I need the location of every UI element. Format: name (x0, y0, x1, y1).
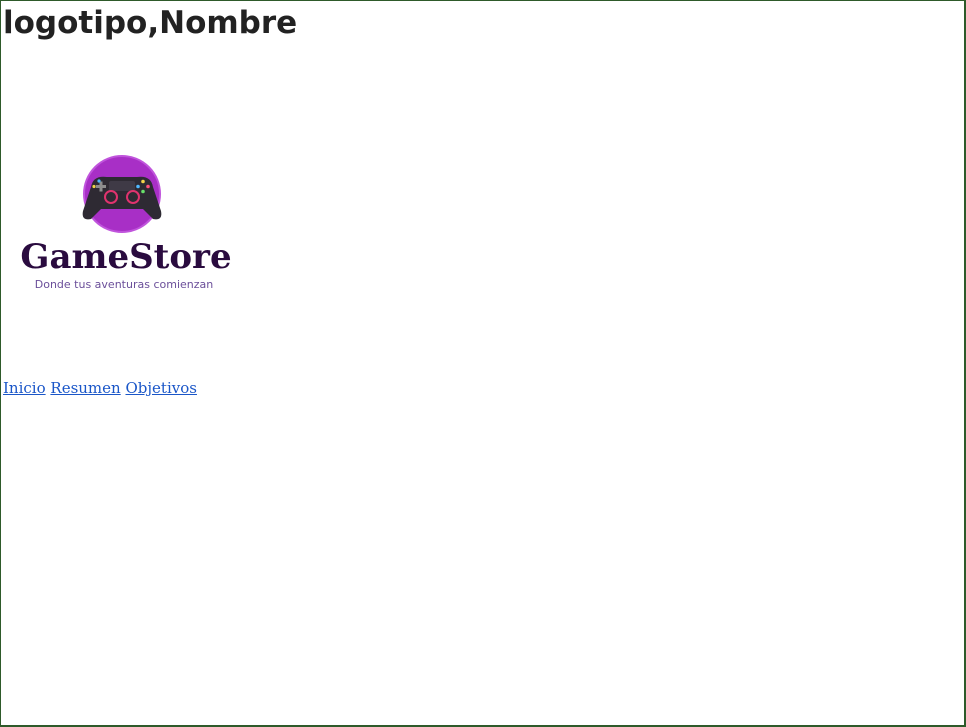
page-frame: logotipo,Nombre GameStore Donde tus aven… (0, 0, 966, 727)
main-nav: Inicio Resumen Objetivos (3, 379, 197, 397)
nav-link-inicio[interactable]: Inicio (3, 379, 46, 397)
page-title: logotipo,Nombre (3, 5, 298, 41)
nav-link-resumen[interactable]: Resumen (50, 379, 120, 397)
nav-link-objetivos[interactable]: Objetivos (125, 379, 196, 397)
gamepad-icon: GameStore Donde tus aventuras comienzan (20, 155, 232, 291)
brand-tagline: Donde tus aventuras comienzan (35, 278, 213, 291)
brand-logo: GameStore Donde tus aventuras comienzan (11, 153, 241, 298)
brand-name: GameStore (20, 237, 231, 277)
